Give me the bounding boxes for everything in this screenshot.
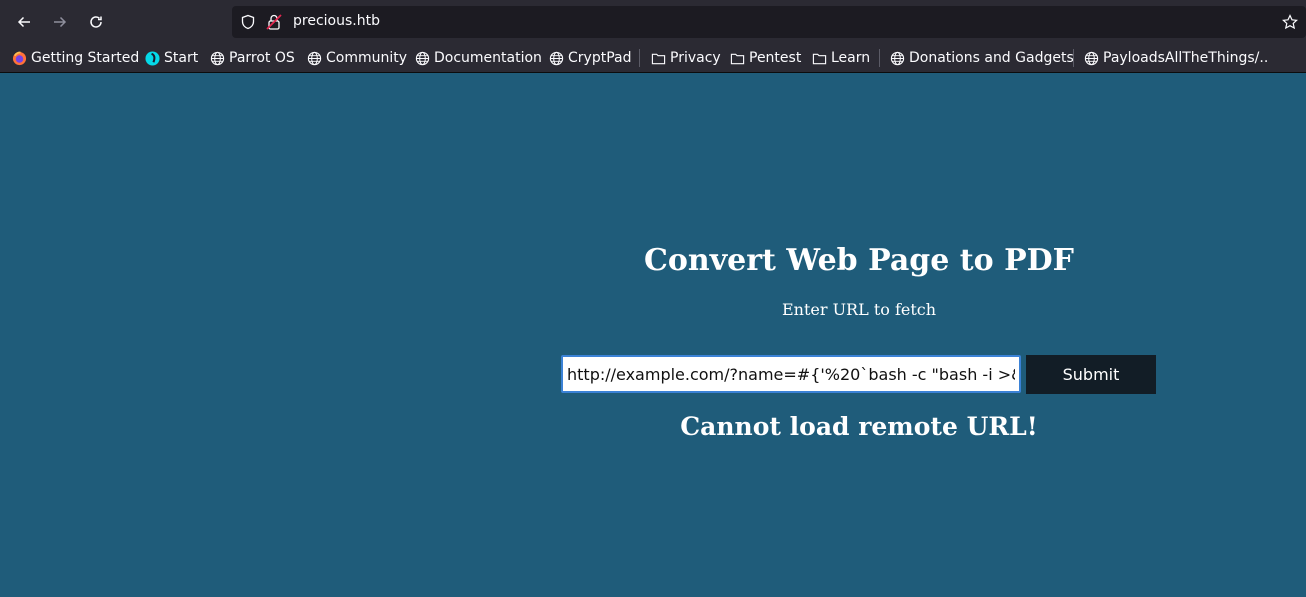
bookmark-label: Donations and Gadgets — [909, 50, 1074, 66]
reload-icon — [90, 16, 102, 28]
address-bar[interactable]: precious.htb — [232, 6, 1306, 38]
bookmark-folder-privacy[interactable]: Privacy — [651, 48, 721, 68]
url-text[interactable]: precious.htb — [293, 13, 380, 29]
forward-button[interactable] — [48, 10, 72, 34]
bookmark-cryptpad[interactable]: CryptPad — [549, 48, 631, 68]
bookmark-payloadsallthethings[interactable]: PayloadsAllTheThings/... — [1084, 48, 1269, 68]
bookmark-separator — [1073, 49, 1074, 67]
globe-icon — [210, 51, 225, 65]
bookmark-community[interactable]: Community — [307, 48, 407, 68]
bookmark-separator — [879, 49, 880, 67]
bookmark-start[interactable]: Start — [145, 48, 198, 68]
folder-icon — [812, 53, 827, 64]
bookmark-label: Learn — [831, 50, 871, 66]
insecure-lock-icon[interactable] — [266, 13, 282, 31]
reload-button[interactable] — [84, 10, 108, 34]
browser-toolbar: precious.htb — [0, 0, 1306, 44]
bookmark-getting-started[interactable]: Getting Started — [12, 48, 139, 68]
shield-icon[interactable] — [240, 14, 256, 30]
folder-icon — [730, 53, 745, 64]
bookmark-separator — [639, 49, 640, 67]
bookmark-star-icon[interactable] — [1282, 14, 1298, 30]
bookmark-label: Start — [164, 50, 199, 66]
bookmark-label: Parrot OS — [229, 50, 295, 66]
arrow-left-icon — [17, 16, 30, 28]
submit-button[interactable]: Submit — [1026, 355, 1156, 394]
page-title: Convert Web Page to PDF — [644, 243, 1074, 278]
parrot-icon — [145, 50, 160, 66]
folder-icon — [651, 53, 666, 64]
bookmark-folder-pentest[interactable]: Pentest — [730, 48, 801, 68]
error-message: Cannot load remote URL! — [680, 412, 1038, 441]
back-button[interactable] — [12, 10, 36, 34]
globe-icon — [549, 51, 564, 65]
url-input[interactable] — [561, 355, 1021, 393]
globe-icon — [1084, 51, 1099, 65]
bookmark-documentation[interactable]: Documentation — [415, 48, 542, 68]
arrow-right-icon — [54, 16, 67, 28]
bookmarks-toolbar: Getting Started Start Parrot OS Communit… — [0, 44, 1306, 73]
bookmark-label: Community — [326, 50, 408, 66]
globe-icon — [890, 51, 905, 65]
bookmark-folder-learn[interactable]: Learn — [812, 48, 870, 68]
bookmark-label: Documentation — [434, 50, 542, 66]
globe-icon — [415, 51, 430, 65]
globe-icon — [307, 51, 322, 65]
bookmark-donations-and-gadgets[interactable]: Donations and Gadgets — [890, 48, 1074, 68]
page-content: Convert Web Page to PDF Enter URL to fet… — [0, 73, 1306, 597]
bookmark-parrot-os[interactable]: Parrot OS — [210, 48, 295, 68]
bookmark-label: CryptPad — [568, 50, 632, 66]
bookmark-label: PayloadsAllTheThings/... — [1103, 50, 1269, 66]
page-subtitle: Enter URL to fetch — [781, 300, 937, 319]
bookmark-label: Privacy — [670, 50, 721, 66]
bookmark-label: Pentest — [749, 50, 802, 66]
firefox-icon — [12, 50, 27, 65]
bookmark-label: Getting Started — [31, 50, 140, 66]
